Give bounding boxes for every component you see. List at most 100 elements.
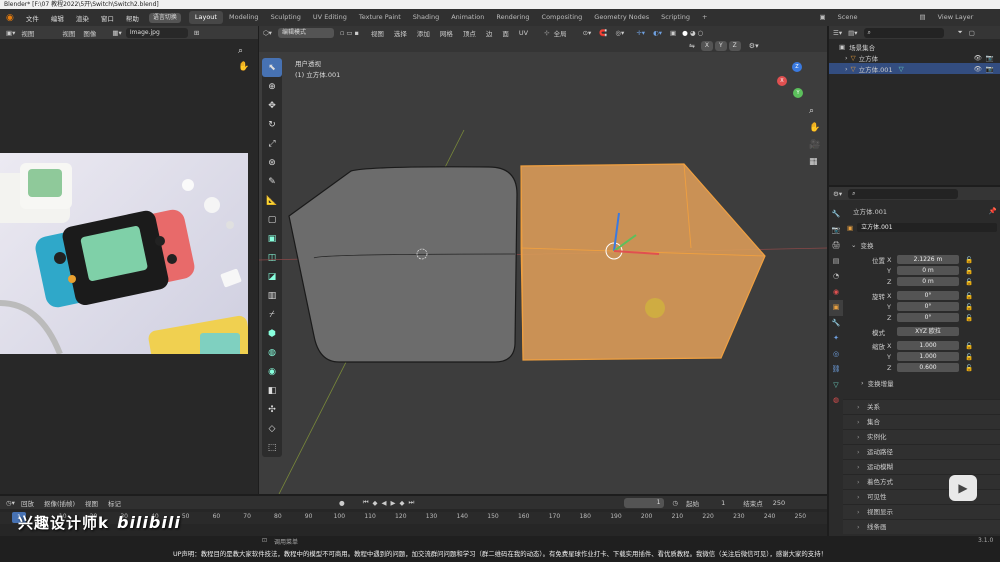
play-icon[interactable]: ▶ bbox=[391, 499, 396, 507]
timeline-menu-view[interactable]: 视图 bbox=[85, 498, 98, 508]
render-tab-icon[interactable]: 📷 bbox=[829, 223, 843, 239]
tab-animation[interactable]: Animation bbox=[445, 11, 490, 24]
image-name-field[interactable]: Image.jpg bbox=[125, 27, 188, 38]
jump-end-icon[interactable]: ⏭ bbox=[409, 498, 415, 507]
lock-icon[interactable]: 🔓 bbox=[965, 292, 973, 300]
lock-icon[interactable]: 🔓 bbox=[965, 256, 973, 264]
menu-file[interactable]: 文件 bbox=[20, 13, 45, 23]
location-x-field[interactable]: 2.1226 m bbox=[897, 255, 959, 264]
expand-arrow-icon[interactable]: › bbox=[845, 54, 848, 62]
display-mode-icon[interactable]: ▤▾ bbox=[848, 29, 857, 37]
jump-start-icon[interactable]: ⏮ bbox=[363, 498, 369, 507]
panel-collections[interactable]: 集合 bbox=[843, 414, 1000, 430]
view-layer-selector[interactable]: View Layer bbox=[932, 11, 980, 24]
panel-instancing[interactable]: 实例化 bbox=[843, 429, 1000, 445]
location-y-field[interactable]: 0 m bbox=[897, 266, 959, 275]
location-z-field[interactable]: 0 m bbox=[897, 277, 959, 286]
timeline-editor-icon[interactable]: ◷▾ bbox=[6, 499, 15, 507]
properties-search-input[interactable]: ⌕ bbox=[848, 188, 959, 199]
outliner-editor-icon[interactable]: ☰▾ bbox=[833, 29, 842, 37]
transform-panel-header[interactable]: ⌄ 变换 bbox=[847, 239, 997, 250]
rotation-z-field[interactable]: 0° bbox=[897, 313, 959, 322]
tab-uv-editing[interactable]: UV Editing bbox=[307, 11, 353, 24]
data-tab-icon[interactable]: ▽ bbox=[829, 378, 843, 394]
lock-icon[interactable]: 🔓 bbox=[965, 303, 973, 311]
constraint-tab-icon[interactable]: ⛓ bbox=[829, 362, 843, 378]
add-workspace-icon[interactable]: + bbox=[696, 11, 713, 24]
outliner-item-cube-001[interactable]: › ▽ 立方体.001 ▽ 👁 📷 bbox=[829, 63, 1000, 74]
play-reverse-icon[interactable]: ◀ bbox=[382, 499, 387, 507]
image-editor-menu-view2[interactable]: 视图 bbox=[62, 28, 75, 38]
timer-icon[interactable]: ◷ bbox=[672, 499, 678, 507]
scene-collection-row[interactable]: ▣ 场景集合 bbox=[829, 41, 1000, 52]
view-layer-tab-icon[interactable]: ▤ bbox=[829, 254, 843, 270]
menu-help[interactable]: 帮助 bbox=[120, 13, 145, 23]
axis-x-icon[interactable]: X bbox=[777, 76, 787, 86]
scene-icon[interactable]: ▣ bbox=[813, 11, 831, 24]
tab-scripting[interactable]: Scripting bbox=[655, 11, 696, 24]
output-tab-icon[interactable]: 🖨 bbox=[829, 238, 843, 254]
outliner-search-input[interactable]: ⌕ bbox=[863, 27, 944, 38]
lock-icon[interactable]: 🔓 bbox=[965, 353, 973, 361]
tab-compositing[interactable]: Compositing bbox=[536, 11, 589, 24]
image-browse-icon[interactable]: ▦▾ bbox=[112, 29, 121, 37]
next-keyframe-icon[interactable]: ◆ bbox=[400, 499, 405, 507]
tab-rendering[interactable]: Rendering bbox=[490, 11, 535, 24]
viewport-pan-icon[interactable]: ✋ bbox=[809, 123, 820, 133]
pan-hand-icon[interactable]: ✋ bbox=[238, 62, 249, 72]
3d-viewport[interactable]: ⬡▾ 编辑模式 ▫ ▭ ▪ 视图 选择 添加 网格 顶点 边 面 UV ⊹ 全局… bbox=[259, 26, 827, 494]
tool-tab-icon[interactable]: 🔧 bbox=[829, 207, 843, 223]
properties-editor-icon[interactable]: ⚙▾ bbox=[833, 190, 842, 198]
prev-keyframe-icon[interactable]: ◆ bbox=[373, 499, 378, 507]
timeline-menu-keying[interactable]: 抠像(插帧) bbox=[44, 498, 75, 508]
scale-z-field[interactable]: 0.600 bbox=[897, 363, 959, 372]
rotation-x-field[interactable]: 0° bbox=[897, 291, 959, 300]
world-tab-icon[interactable]: ◉ bbox=[829, 285, 843, 301]
record-button-icon[interactable]: ● bbox=[339, 499, 345, 507]
tab-geometry-nodes[interactable]: Geometry Nodes bbox=[588, 11, 655, 24]
rotation-mode-select[interactable]: XYZ 欧拉 bbox=[897, 327, 959, 336]
outliner-item-cube[interactable]: › ▽ 立方体 👁 📷 bbox=[829, 52, 1000, 63]
object-tab-icon[interactable]: ▣ bbox=[829, 300, 843, 316]
zoom-icon[interactable]: ⌕ bbox=[238, 46, 243, 56]
render-camera-icon[interactable]: 📷 bbox=[986, 65, 994, 73]
axis-y-icon[interactable]: Z bbox=[792, 62, 802, 72]
language-toggle-button[interactable]: 语言切换 bbox=[148, 12, 181, 23]
tab-layout[interactable]: Layout bbox=[188, 11, 223, 24]
timeline-menu-playback[interactable]: 回放 bbox=[21, 498, 34, 508]
panel-line-art[interactable]: 线条画 bbox=[843, 519, 1000, 535]
material-tab-icon[interactable]: ◍ bbox=[829, 393, 843, 409]
view-layer-icon[interactable]: ▤ bbox=[913, 11, 931, 24]
scale-x-field[interactable]: 1.000 bbox=[897, 341, 959, 350]
start-frame-field[interactable]: 1 bbox=[721, 499, 725, 507]
scale-y-field[interactable]: 1.000 bbox=[897, 352, 959, 361]
panel-motion-blur[interactable]: 运动模糊 bbox=[843, 459, 1000, 475]
menu-render[interactable]: 渲染 bbox=[70, 13, 95, 23]
scene-tab-icon[interactable]: ◔ bbox=[829, 269, 843, 285]
scene-selector[interactable]: Scene bbox=[832, 11, 864, 24]
camera-view-icon[interactable]: 🎥 bbox=[809, 140, 820, 150]
filter-icon[interactable]: ⏷ bbox=[958, 28, 963, 37]
menu-edit[interactable]: 编辑 bbox=[45, 13, 70, 23]
image-editor-menu-view[interactable]: 视图 bbox=[21, 28, 34, 38]
lock-icon[interactable]: 🔓 bbox=[965, 314, 973, 322]
visibility-eye-icon[interactable]: 👁 bbox=[974, 65, 982, 73]
axis-z-icon[interactable]: Y bbox=[793, 88, 803, 98]
new-collection-icon[interactable]: ▢ bbox=[969, 29, 975, 37]
pin-icon[interactable]: ⊞ bbox=[194, 29, 199, 37]
lock-icon[interactable]: 🔓 bbox=[965, 267, 973, 275]
current-frame-field[interactable]: 1 bbox=[624, 497, 665, 508]
lock-icon[interactable]: 🔓 bbox=[965, 364, 973, 372]
tab-texture-paint[interactable]: Texture Paint bbox=[353, 11, 407, 24]
panel-motion-paths[interactable]: 运动路径 bbox=[843, 444, 1000, 460]
pin-icon[interactable]: 📌 bbox=[989, 207, 997, 215]
rotation-y-field[interactable]: 0° bbox=[897, 302, 959, 311]
particles-tab-icon[interactable]: ✦ bbox=[829, 331, 843, 347]
render-camera-icon[interactable]: 📷 bbox=[986, 54, 994, 62]
modifier-tab-icon[interactable]: 🔧 bbox=[829, 316, 843, 332]
editor-type-icon[interactable]: ▣▾ bbox=[6, 29, 15, 37]
expand-arrow-icon[interactable]: › bbox=[845, 65, 848, 73]
tab-sculpting[interactable]: Sculpting bbox=[265, 11, 307, 24]
menu-window[interactable]: 窗口 bbox=[95, 13, 120, 23]
end-frame-field[interactable]: 250 bbox=[773, 499, 785, 507]
